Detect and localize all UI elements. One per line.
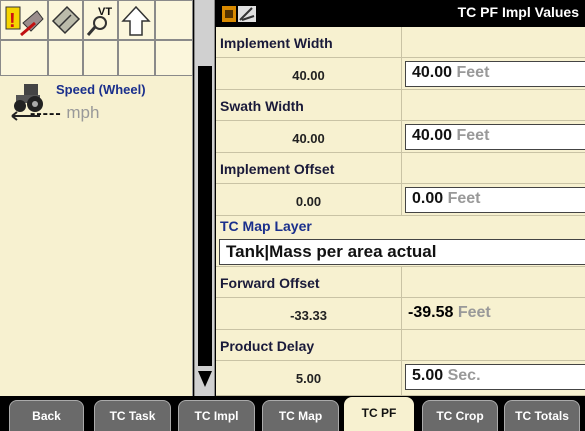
back-button[interactable]: Back (9, 400, 84, 431)
implement-width-input-value: 40.00 (412, 64, 453, 81)
speed-label: Speed (Wheel) (56, 82, 146, 97)
toolbar-slot[interactable] (83, 40, 118, 76)
tab-tc-pf[interactable]: TC PF (344, 397, 414, 431)
implement-offset-unit: Feet (447, 190, 481, 207)
implement-offset-value: 0.00 (216, 184, 401, 216)
implement-width-value: 40.00 (216, 58, 401, 90)
row-spacer (401, 267, 585, 298)
forward-offset-unit: Feet (457, 304, 491, 321)
map-layer-select[interactable]: Tank|Mass per area actual (219, 239, 585, 265)
svg-text:!: ! (9, 10, 16, 32)
eraser-icon (51, 5, 81, 35)
forward-offset-cell: -39.58 Feet (401, 298, 585, 330)
swath-width-label: Swath Width (216, 90, 401, 121)
toolbar-slot[interactable] (48, 40, 83, 76)
forward-offset-label: Forward Offset (216, 267, 401, 298)
toolbar-slot[interactable] (155, 40, 193, 76)
vt-search-icon: VT (86, 6, 112, 36)
forward-offset-input-value: -39.58 (408, 304, 454, 321)
page-title: TC PF Impl Values (457, 4, 579, 20)
map-layer-label: TC Map Layer (216, 216, 585, 237)
swath-width-unit: Feet (456, 127, 490, 144)
swath-width-input-value: 40.00 (412, 127, 453, 144)
forward-offset-readout: -39.58 Feet (408, 304, 491, 322)
toolbar-slot[interactable] (118, 40, 155, 76)
implement-width-unit: Feet (456, 64, 490, 81)
toolbar-slot[interactable] (0, 40, 48, 76)
product-delay-value: 5.00 (216, 361, 401, 396)
up-arrow-button[interactable] (118, 0, 155, 40)
implement-offset-cell: 0.00 Feet (401, 184, 585, 216)
product-delay-unit: Sec. (447, 367, 481, 384)
scroll-thumb[interactable] (198, 66, 212, 366)
warning-alarm-icon: ! (5, 6, 44, 37)
product-delay-input-value: 5.00 (412, 367, 444, 384)
product-delay-input[interactable]: 5.00 Sec. (405, 364, 585, 390)
implement-width-cell: 40.00 Feet (401, 58, 585, 90)
scrollbar[interactable] (194, 0, 215, 396)
tab-tc-crop[interactable]: TC Crop (422, 400, 498, 431)
implement-width-label: Implement Width (216, 27, 401, 58)
page-header: TC PF Impl Values (216, 0, 585, 27)
tab-tc-task[interactable]: TC Task (94, 400, 171, 431)
speed-unit: mph (66, 103, 100, 122)
swath-width-value: 40.00 (216, 121, 401, 153)
implement-offset-input[interactable]: 0.00 Feet (405, 187, 585, 213)
swath-width-cell: 40.00 Feet (401, 121, 585, 153)
tab-tc-impl[interactable]: TC Impl (178, 400, 255, 431)
speed-value: ----- (30, 105, 62, 122)
swath-width-input[interactable]: 40.00 Feet (405, 124, 585, 150)
toolbar-slot[interactable] (155, 0, 193, 40)
map-layer-cell: Tank|Mass per area actual (216, 237, 585, 267)
row-spacer (401, 27, 585, 58)
row-spacer (401, 90, 585, 121)
up-arrow-icon (121, 5, 151, 36)
implement-offset-label: Implement Offset (216, 153, 401, 184)
implement-status-icon (222, 6, 256, 22)
vt-button[interactable]: VT (83, 0, 118, 40)
tab-tc-totals[interactable]: TC Totals (504, 400, 580, 431)
speed-readout: ----- mph (30, 103, 99, 123)
warning-alarm-button[interactable]: ! (0, 0, 48, 40)
status-panel: ! VT Speed (Wheel) ----- mph (0, 0, 193, 396)
eraser-button[interactable] (48, 0, 83, 40)
row-spacer (401, 153, 585, 184)
row-spacer (401, 330, 585, 361)
implement-offset-input-value: 0.00 (412, 190, 444, 207)
scroll-down-arrow-icon[interactable] (198, 371, 212, 387)
forward-offset-value: -33.33 (216, 298, 401, 330)
product-delay-cell: 5.00 Sec. (401, 361, 585, 396)
tab-tc-map[interactable]: TC Map (262, 400, 339, 431)
implement-width-input[interactable]: 40.00 Feet (405, 61, 585, 87)
product-delay-label: Product Delay (216, 330, 401, 361)
